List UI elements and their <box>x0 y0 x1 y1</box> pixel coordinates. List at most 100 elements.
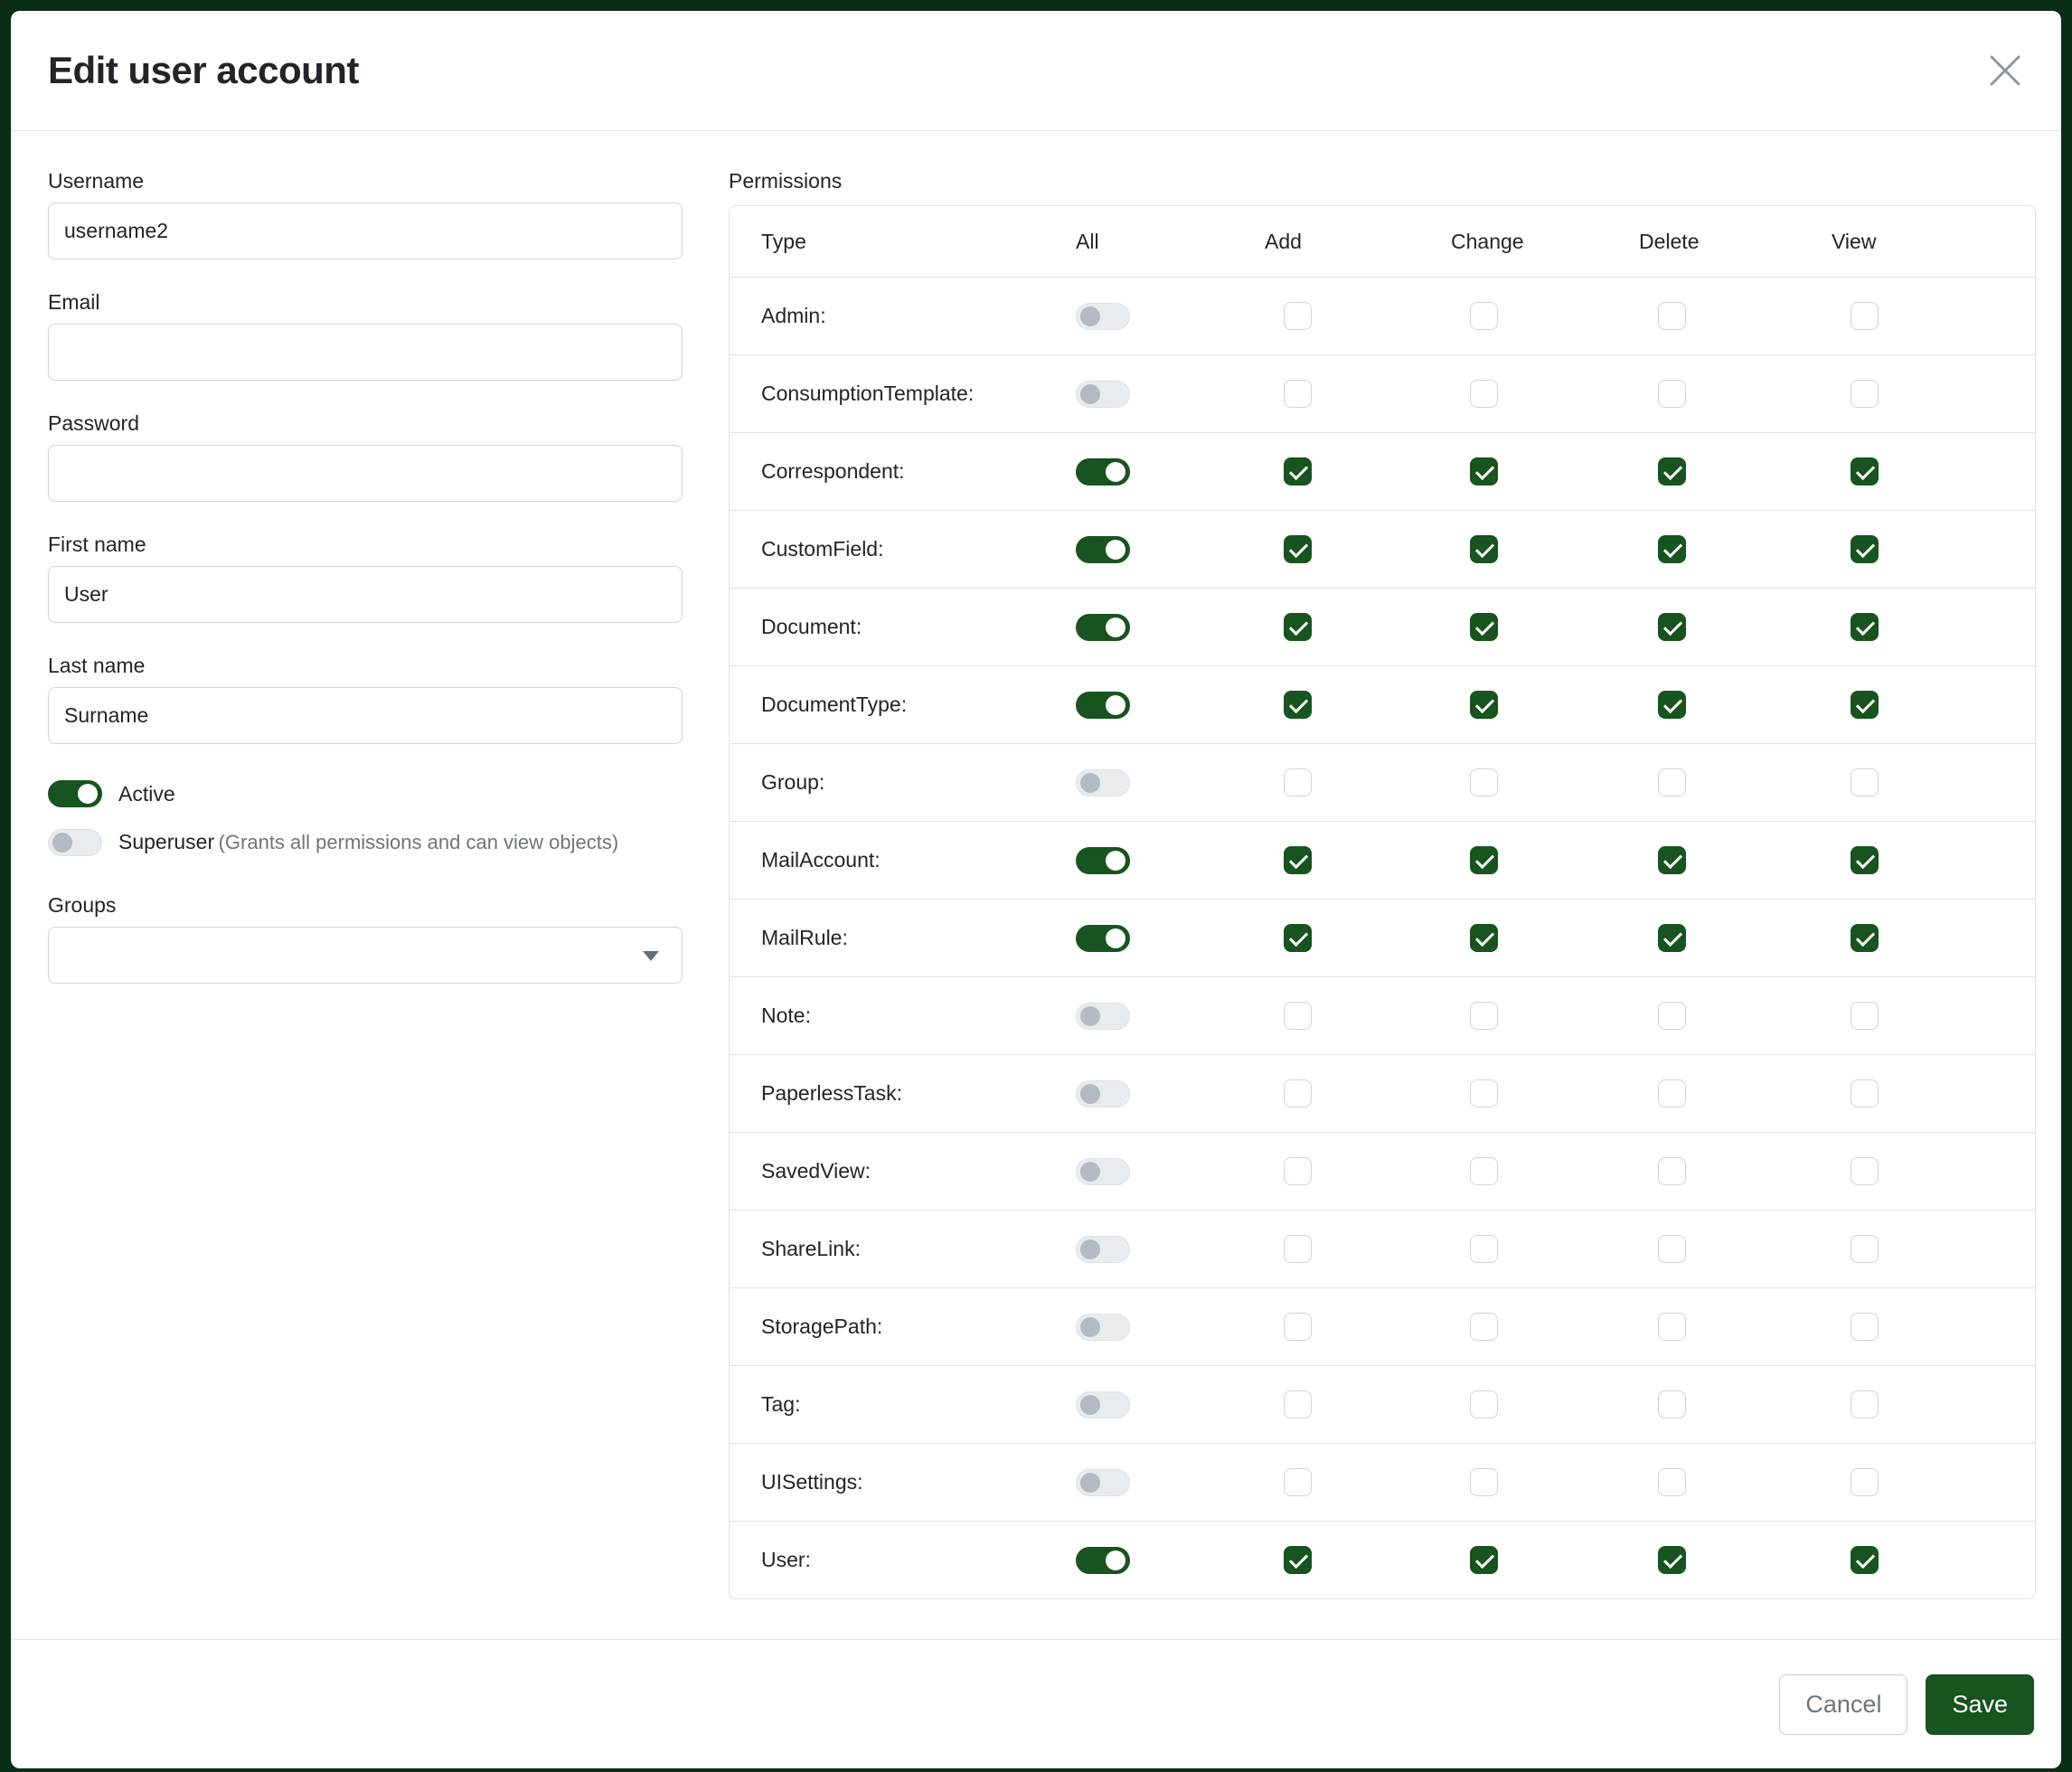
permission-change-checkbox[interactable] <box>1470 924 1498 952</box>
permission-change-checkbox[interactable] <box>1470 302 1498 330</box>
superuser-toggle[interactable] <box>48 829 102 856</box>
permission-view-checkbox[interactable] <box>1851 613 1879 641</box>
permission-view-checkbox[interactable] <box>1851 1079 1879 1108</box>
permission-all-toggle[interactable] <box>1076 1003 1130 1030</box>
permission-all-toggle[interactable] <box>1076 1158 1130 1185</box>
permission-delete-checkbox[interactable] <box>1658 1157 1686 1185</box>
permission-add-checkbox[interactable] <box>1284 457 1312 485</box>
email-field[interactable] <box>48 324 683 381</box>
permission-change-checkbox[interactable] <box>1470 1313 1498 1341</box>
permission-change-checkbox[interactable] <box>1470 1157 1498 1185</box>
permission-all-toggle[interactable] <box>1076 1314 1130 1341</box>
permission-change-checkbox[interactable] <box>1470 613 1498 641</box>
active-toggle[interactable] <box>48 780 102 807</box>
cancel-button[interactable]: Cancel <box>1779 1674 1907 1735</box>
permission-add-checkbox[interactable] <box>1284 924 1312 952</box>
permission-view-checkbox[interactable] <box>1851 1468 1879 1496</box>
groups-select[interactable] <box>48 927 683 984</box>
permission-view-checkbox[interactable] <box>1851 1235 1879 1263</box>
first-name-field[interactable] <box>48 566 683 623</box>
permission-add-checkbox[interactable] <box>1284 613 1312 641</box>
permission-delete-checkbox[interactable] <box>1658 768 1686 796</box>
permission-type-label: Note: <box>730 1004 1076 1028</box>
permission-change-checkbox[interactable] <box>1470 1002 1498 1030</box>
permission-view-checkbox[interactable] <box>1851 457 1879 485</box>
permission-delete-checkbox[interactable] <box>1658 535 1686 563</box>
permission-delete-checkbox[interactable] <box>1658 1546 1686 1574</box>
permission-all-toggle[interactable] <box>1076 1391 1130 1419</box>
permission-delete-checkbox[interactable] <box>1658 613 1686 641</box>
permission-delete-checkbox[interactable] <box>1658 1390 1686 1419</box>
permission-change-checkbox[interactable] <box>1470 1468 1498 1496</box>
permission-view-checkbox[interactable] <box>1851 380 1879 408</box>
permission-add-checkbox[interactable] <box>1284 1313 1312 1341</box>
permission-change-checkbox[interactable] <box>1470 1546 1498 1574</box>
permission-add-checkbox[interactable] <box>1284 535 1312 563</box>
permission-view-checkbox[interactable] <box>1851 924 1879 952</box>
permission-delete-checkbox[interactable] <box>1658 380 1686 408</box>
permission-change-checkbox[interactable] <box>1470 1390 1498 1419</box>
permission-add-checkbox[interactable] <box>1284 1079 1312 1108</box>
permission-view-checkbox[interactable] <box>1851 691 1879 719</box>
permission-all-toggle[interactable] <box>1076 769 1130 796</box>
permission-change-checkbox[interactable] <box>1470 846 1498 874</box>
permission-delete-checkbox[interactable] <box>1658 846 1686 874</box>
permission-add-checkbox[interactable] <box>1284 380 1312 408</box>
permission-all-toggle[interactable] <box>1076 1469 1130 1496</box>
permission-add-checkbox[interactable] <box>1284 1157 1312 1185</box>
permission-all-toggle[interactable] <box>1076 614 1130 641</box>
permission-delete-checkbox[interactable] <box>1658 1079 1686 1108</box>
permission-change-checkbox[interactable] <box>1470 768 1498 796</box>
permission-all-toggle[interactable] <box>1076 303 1130 330</box>
permission-all-toggle[interactable] <box>1076 381 1130 408</box>
permission-view-checkbox[interactable] <box>1851 1313 1879 1341</box>
permission-add-checkbox[interactable] <box>1284 691 1312 719</box>
active-label: Active <box>118 782 175 806</box>
permission-all-toggle[interactable] <box>1076 458 1130 485</box>
groups-field-group: Groups <box>48 893 683 984</box>
permission-delete-checkbox[interactable] <box>1658 457 1686 485</box>
permission-view-checkbox[interactable] <box>1851 1546 1879 1574</box>
permission-all-toggle[interactable] <box>1076 1080 1130 1108</box>
password-field[interactable] <box>48 445 683 502</box>
permission-view-checkbox[interactable] <box>1851 1002 1879 1030</box>
permission-change-checkbox[interactable] <box>1470 1079 1498 1108</box>
permission-change-checkbox[interactable] <box>1470 380 1498 408</box>
permission-add-checkbox[interactable] <box>1284 1546 1312 1574</box>
permission-add-checkbox[interactable] <box>1284 302 1312 330</box>
permissions-rows: Admin:ConsumptionTemplate:Correspondent:… <box>730 277 2035 1598</box>
permission-delete-checkbox[interactable] <box>1658 1235 1686 1263</box>
permission-add-checkbox[interactable] <box>1284 1002 1312 1030</box>
permission-delete-checkbox[interactable] <box>1658 1002 1686 1030</box>
permission-view-checkbox[interactable] <box>1851 302 1879 330</box>
permission-change-checkbox[interactable] <box>1470 535 1498 563</box>
permission-add-checkbox[interactable] <box>1284 1468 1312 1496</box>
permission-view-checkbox[interactable] <box>1851 1390 1879 1419</box>
permission-view-checkbox[interactable] <box>1851 535 1879 563</box>
permission-delete-checkbox[interactable] <box>1658 302 1686 330</box>
permission-view-checkbox[interactable] <box>1851 768 1879 796</box>
permission-change-checkbox[interactable] <box>1470 691 1498 719</box>
permission-all-toggle[interactable] <box>1076 1236 1130 1263</box>
permission-change-checkbox[interactable] <box>1470 1235 1498 1263</box>
save-button[interactable]: Save <box>1926 1674 2034 1735</box>
permission-delete-checkbox[interactable] <box>1658 924 1686 952</box>
permission-all-toggle[interactable] <box>1076 847 1130 874</box>
username-input[interactable] <box>48 203 683 259</box>
permission-delete-checkbox[interactable] <box>1658 1468 1686 1496</box>
permission-all-toggle[interactable] <box>1076 925 1130 952</box>
last-name-field[interactable] <box>48 687 683 744</box>
permission-delete-checkbox[interactable] <box>1658 691 1686 719</box>
permission-add-checkbox[interactable] <box>1284 768 1312 796</box>
permission-delete-checkbox[interactable] <box>1658 1313 1686 1341</box>
permission-add-checkbox[interactable] <box>1284 1235 1312 1263</box>
permission-all-toggle[interactable] <box>1076 692 1130 719</box>
permission-change-checkbox[interactable] <box>1470 457 1498 485</box>
permission-view-checkbox[interactable] <box>1851 846 1879 874</box>
permission-add-checkbox[interactable] <box>1284 846 1312 874</box>
permission-all-toggle[interactable] <box>1076 536 1130 563</box>
permission-add-checkbox[interactable] <box>1284 1390 1312 1419</box>
close-icon[interactable] <box>1989 54 2021 87</box>
permission-view-checkbox[interactable] <box>1851 1157 1879 1185</box>
permission-all-toggle[interactable] <box>1076 1547 1130 1574</box>
